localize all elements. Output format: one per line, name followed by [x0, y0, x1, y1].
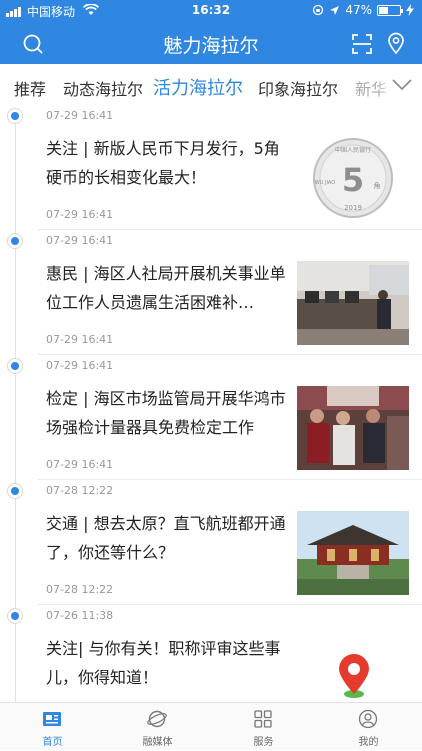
nav-media-label: 融媒体 — [142, 737, 173, 748]
coin-pinyin-text: WU JIAO — [315, 180, 335, 186]
timeline-dot — [7, 233, 23, 249]
item-headline[interactable]: 惠民 | 海区人社局开展机关事业单位工作人员遗属生活困难补… — [46, 259, 290, 317]
market-photo-thumbnail[interactable] — [297, 386, 409, 470]
item-time: 07-28 12:22 — [46, 484, 114, 497]
rotation-lock-icon — [313, 4, 324, 16]
news-item[interactable]: 07-29 16:41 关注 | 新版人民币下月发行，5角硬币的长相变化最大！ … — [0, 108, 422, 233]
timeline-dot — [7, 608, 23, 624]
coin-year-text: 2019 — [344, 204, 362, 212]
nav-service[interactable]: 服务 — [211, 703, 316, 751]
item-time: 07-29 16:41 — [46, 359, 114, 372]
chevron-down-icon — [392, 79, 412, 91]
coin-value-text: 5 — [342, 161, 364, 199]
office-photo-thumbnail[interactable] — [297, 261, 409, 345]
scan-icon[interactable] — [352, 34, 372, 54]
item-time-bottom: 07-29 16:41 — [46, 333, 114, 346]
item-headline[interactable]: 交通 | 想去太原？直飞航班都开通了，你还等什么？ — [46, 509, 290, 567]
status-bar: 中国移动 16:32 47% — [0, 0, 422, 22]
floating-map-pin-icon[interactable] — [331, 654, 377, 700]
user-profile-icon — [358, 709, 378, 729]
bottom-navigation: 首页 融媒体 服务 我的 — [0, 702, 422, 750]
item-headline[interactable]: 关注 | 新版人民币下月发行，5角硬币的长相变化最大！ — [46, 134, 290, 192]
item-time: 07-29 16:41 — [46, 109, 114, 122]
coin-bank-text: 中国人民银行 — [335, 146, 371, 154]
tab-recommend[interactable]: 推荐 — [14, 76, 46, 100]
tab-vitality-hailar[interactable]: 活力海拉尔 — [153, 74, 243, 100]
item-time: 07-26 11:38 — [46, 609, 114, 622]
tab-impression-hailar[interactable]: 印象海拉尔 — [258, 76, 338, 100]
item-time: 07-29 16:41 — [46, 234, 114, 247]
battery-percent: 47% — [345, 3, 372, 17]
charging-icon — [406, 4, 414, 16]
coin-unit-text: 角 — [374, 181, 381, 190]
nav-profile[interactable]: 我的 — [316, 703, 421, 751]
battery-icon — [377, 4, 403, 16]
location-pin-icon[interactable] — [387, 32, 405, 54]
news-item[interactable]: 07-29 16:41 检定 | 海区市场监管局开展华鸿市场强检计量器具免费检定… — [0, 358, 422, 483]
timeline-dot — [7, 108, 23, 124]
location-arrow-icon — [330, 5, 340, 15]
news-item[interactable]: 07-28 12:22 交通 | 想去太原？直飞航班都开通了，你还等什么？ 07… — [0, 483, 422, 608]
timeline-dot — [7, 483, 23, 499]
nav-service-label: 服务 — [253, 737, 274, 748]
temple-photo-thumbnail[interactable] — [297, 511, 409, 595]
grid-service-icon — [254, 710, 272, 728]
home-news-icon — [43, 712, 61, 726]
category-tabs: 推荐 动态海拉尔 活力海拉尔 印象海拉尔 新华 — [0, 64, 422, 108]
news-item[interactable]: 07-29 16:41 惠民 | 海区人社局开展机关事业单位工作人员遗属生活困难… — [0, 233, 422, 358]
item-time-bottom: 07-29 16:41 — [46, 458, 114, 471]
timeline-dot — [7, 358, 23, 374]
item-time-bottom: 07-28 12:22 — [46, 583, 114, 596]
news-feed[interactable]: 07-29 16:41 关注 | 新版人民币下月发行，5角硬币的长相变化最大！ … — [0, 108, 422, 702]
app-header: 魅力海拉尔 — [0, 22, 422, 64]
tab-dynamic-hailar[interactable]: 动态海拉尔 — [63, 76, 143, 100]
item-time-bottom: 07-29 16:41 — [46, 208, 114, 221]
nav-profile-label: 我的 — [358, 737, 379, 748]
nav-home[interactable]: 首页 — [0, 703, 105, 751]
item-headline[interactable]: 关注| 与你有关！职称评审这些事儿，你得知道！ — [46, 634, 290, 692]
coin-thumbnail[interactable]: 中国人民银行 5 角 WU JIAO 2019 — [297, 136, 409, 220]
item-headline[interactable]: 检定 | 海区市场监管局开展华鸿市场强检计量器具免费检定工作 — [46, 384, 290, 442]
nav-home-label: 首页 — [42, 737, 63, 748]
nav-media[interactable]: 融媒体 — [105, 703, 210, 751]
media-planet-icon — [147, 710, 167, 728]
tabs-expand-button[interactable] — [378, 64, 422, 108]
